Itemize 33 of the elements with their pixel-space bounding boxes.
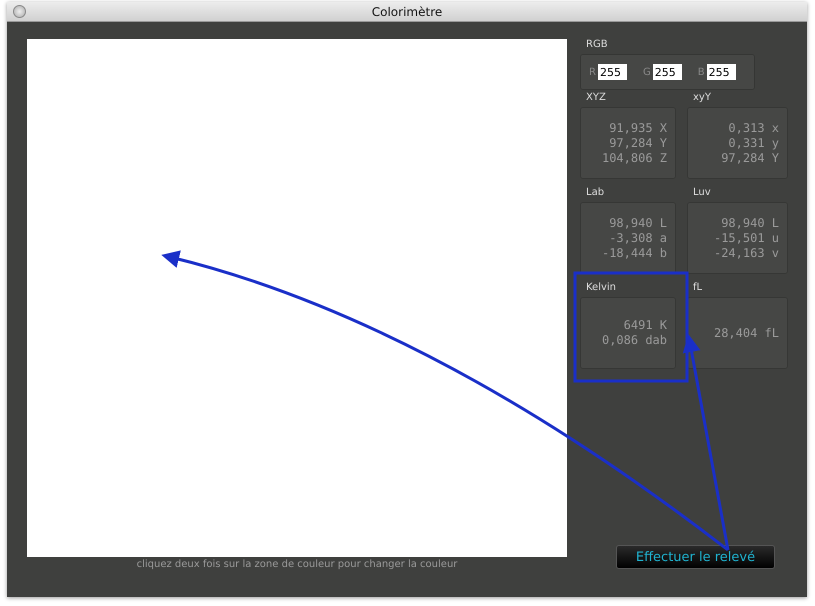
color-swatch[interactable] [27,39,567,557]
input-field[interactable]: 255 [706,64,736,80]
group-title: Lab [585,187,606,200]
input-field[interactable]: 255 [598,64,627,80]
value-text: 98,940 L [721,216,779,230]
hint-text: cliquez deux fois sur la zone de couleur pour changer la couleur [136,559,458,570]
value-text: 91,935 X [609,120,667,136]
field-label: B [698,66,705,78]
value-text: -18,444 b [602,246,667,260]
group-title: xyY [692,92,712,105]
group-title: Kelvin [585,282,618,295]
value-text: 0,313 x [728,120,779,136]
value-text: 6491 K [624,318,667,333]
value-text: 0,331 y [728,136,779,150]
close-button[interactable] [13,5,26,18]
window-title: Colorimètre [372,4,442,18]
value-text: 0,086 dab [602,333,667,348]
value-text: 28,404 fL [714,326,779,340]
value-text: -15,501 u [714,230,779,246]
input-field[interactable]: 255 [652,64,682,80]
value-text: 104,806 Z [602,150,667,166]
group-title: Luv [692,187,712,200]
value-text: 97,284 Y [721,150,779,166]
group-title: RGB [585,39,609,52]
group-title: XYZ [585,92,607,105]
value-text: 98,940 L [609,216,667,230]
value-text: 97,284 Y [609,136,667,150]
field-label: G [642,66,651,78]
group-title: fL [692,282,704,295]
value-text: -3,308 a [609,230,667,246]
field-label: R [589,66,596,78]
measure-button[interactable]: Effectuer le relevé [616,545,775,569]
value-text: -24,163 v [714,246,779,260]
